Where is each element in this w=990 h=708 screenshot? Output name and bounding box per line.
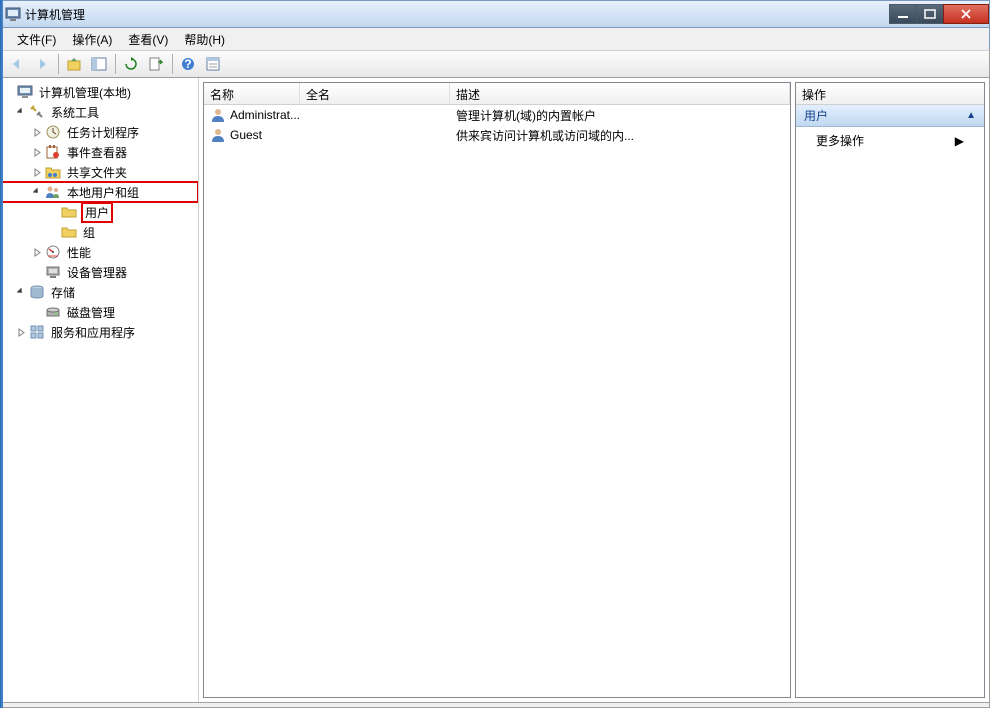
tree-system-tools[interactable]: 系统工具 [1, 102, 198, 122]
up-button[interactable] [62, 53, 86, 75]
users-groups-icon [45, 184, 61, 200]
tree-groups[interactable]: 组 [1, 222, 198, 242]
menu-action[interactable]: 操作(A) [64, 29, 120, 50]
svg-text:?: ? [184, 57, 191, 71]
maximize-button[interactable] [916, 4, 944, 24]
expander-icon[interactable] [15, 106, 27, 118]
tree-task-scheduler[interactable]: 任务计划程序 [1, 122, 198, 142]
desktop-left-edge [0, 0, 3, 708]
computer-icon [17, 84, 33, 100]
menu-file[interactable]: 文件(F) [9, 29, 64, 50]
tree-pane: 计算机管理(本地) 系统工具 任务计划程序 [1, 78, 199, 702]
tree-shared-folders[interactable]: 共享文件夹 [1, 162, 198, 182]
window-bottom-border [0, 703, 990, 708]
tree-label: 存储 [49, 283, 77, 302]
folder-icon [61, 224, 77, 240]
title-bar: 计算机管理 [0, 0, 990, 28]
toolbar-separator [58, 54, 59, 74]
expander-icon[interactable] [31, 166, 43, 178]
toolbar-separator [172, 54, 173, 74]
tree-label: 计算机管理(本地) [37, 83, 133, 102]
actions-section-label: 用户 [804, 107, 828, 124]
shared-folder-icon [45, 164, 61, 180]
back-button[interactable] [5, 53, 29, 75]
column-description[interactable]: 描述 [450, 83, 790, 104]
tools-icon [29, 104, 45, 120]
expander-icon[interactable] [15, 286, 27, 298]
cell-desc: 供来宾访问计算机或访问域的内... [456, 127, 634, 144]
properties-button[interactable] [201, 53, 225, 75]
minimize-button[interactable] [889, 4, 917, 24]
tree-services-apps[interactable]: 服务和应用程序 [1, 322, 198, 342]
tree-label: 本地用户和组 [65, 183, 141, 202]
app-icon [5, 6, 21, 22]
action-more[interactable]: 更多操作 ▶ [796, 127, 984, 154]
refresh-button[interactable] [119, 53, 143, 75]
tree-label: 服务和应用程序 [49, 323, 137, 342]
action-label: 更多操作 [816, 132, 864, 149]
menu-bar: 文件(F) 操作(A) 查看(V) 帮助(H) [0, 28, 990, 50]
forward-button[interactable] [30, 53, 54, 75]
main-area: 计算机管理(本地) 系统工具 任务计划程序 [0, 78, 990, 703]
tree-root[interactable]: 计算机管理(本地) [1, 82, 198, 102]
menu-view[interactable]: 查看(V) [120, 29, 176, 50]
collapse-arrow-icon: ▲ [966, 110, 976, 121]
tree-label: 用户 [81, 202, 113, 223]
disk-icon [45, 304, 61, 320]
window-title: 计算机管理 [25, 6, 890, 23]
expander-icon[interactable] [31, 146, 43, 158]
show-hide-tree-button[interactable] [87, 53, 111, 75]
tree-label: 磁盘管理 [65, 303, 117, 322]
submenu-arrow-icon: ▶ [955, 134, 964, 148]
services-icon [29, 324, 45, 340]
expander-icon[interactable] [31, 126, 43, 138]
tree-label: 系统工具 [49, 103, 101, 122]
tree-label: 设备管理器 [65, 263, 129, 282]
tree-device-manager[interactable]: 设备管理器 [1, 262, 198, 282]
device-icon [45, 264, 61, 280]
tree-label: 组 [81, 223, 97, 242]
tree-disk-management[interactable]: 磁盘管理 [1, 302, 198, 322]
cell-name: Administrat... [230, 108, 300, 122]
column-fullname[interactable]: 全名 [300, 83, 450, 104]
export-list-button[interactable] [144, 53, 168, 75]
expander-icon[interactable] [31, 246, 43, 258]
list-pane: 名称 全名 描述 Administrat... 管理计算机(域)的内置帐户 Gu… [203, 82, 791, 698]
clock-icon [45, 124, 61, 140]
folder-icon [61, 204, 77, 220]
tree-label: 性能 [65, 243, 93, 262]
user-icon [210, 107, 226, 123]
close-button[interactable] [943, 4, 989, 24]
help-button[interactable]: ? [176, 53, 200, 75]
column-header-row: 名称 全名 描述 [204, 83, 790, 105]
toolbar-separator [115, 54, 116, 74]
user-icon [210, 127, 226, 143]
performance-icon [45, 244, 61, 260]
tree-performance[interactable]: 性能 [1, 242, 198, 262]
list-body: Administrat... 管理计算机(域)的内置帐户 Guest 供来宾访问… [204, 105, 790, 697]
expander-icon[interactable] [15, 326, 27, 338]
tree-storage[interactable]: 存储 [1, 282, 198, 302]
tree-event-viewer[interactable]: 事件查看器 [1, 142, 198, 162]
actions-pane: 操作 用户 ▲ 更多操作 ▶ [795, 82, 985, 698]
tree-label: 共享文件夹 [65, 163, 129, 182]
list-item[interactable]: Administrat... 管理计算机(域)的内置帐户 [204, 105, 790, 125]
cell-desc: 管理计算机(域)的内置帐户 [456, 107, 596, 124]
cell-name: Guest [230, 128, 262, 142]
list-item[interactable]: Guest 供来宾访问计算机或访问域的内... [204, 125, 790, 145]
event-icon [45, 144, 61, 160]
toolbar: ? [0, 50, 990, 78]
tree-local-users-groups[interactable]: 本地用户和组 [1, 182, 198, 202]
tree-label: 事件查看器 [65, 143, 129, 162]
storage-icon [29, 284, 45, 300]
actions-section[interactable]: 用户 ▲ [796, 105, 984, 127]
column-name[interactable]: 名称 [204, 83, 300, 104]
menu-help[interactable]: 帮助(H) [176, 29, 233, 50]
actions-header: 操作 [796, 83, 984, 105]
expander-icon[interactable] [31, 186, 43, 198]
tree-label: 任务计划程序 [65, 123, 141, 142]
tree-users[interactable]: 用户 [1, 202, 198, 222]
